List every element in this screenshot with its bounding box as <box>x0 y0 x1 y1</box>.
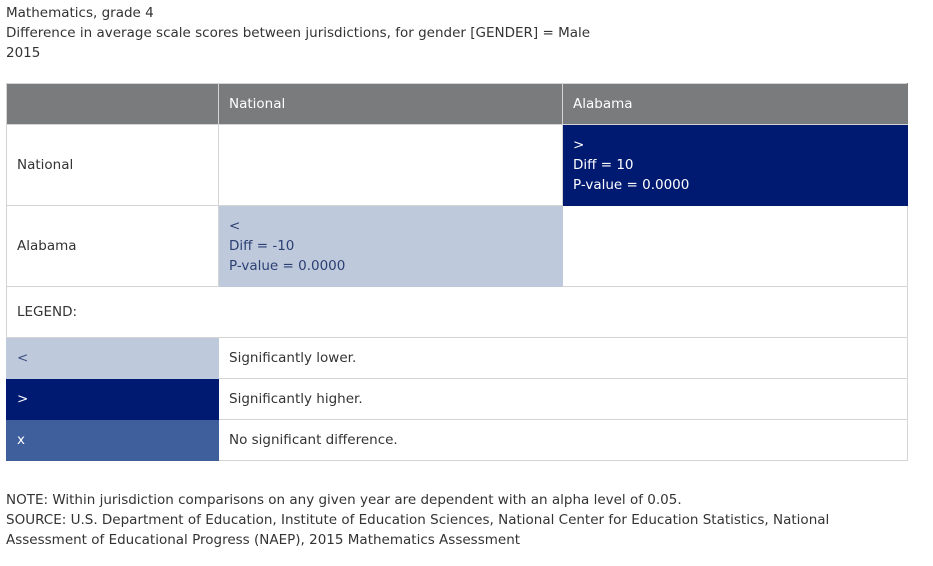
legend-symbol-lower: < <box>6 337 219 379</box>
table-header-row: National Alabama <box>6 83 908 125</box>
legend-symbol-no-difference: x <box>6 419 219 461</box>
legend-text-no-difference: No significant difference. <box>218 419 908 461</box>
p-value: P-value = 0.0000 <box>229 258 346 274</box>
significance-symbol: < <box>229 218 241 234</box>
report-footer: NOTE: Within jurisdiction comparisons on… <box>6 490 906 550</box>
column-header-alabama: Alabama <box>562 83 908 125</box>
legend-row-higher: > Significantly higher. <box>6 378 908 420</box>
table-row-alabama: Alabama < Diff = -10 P-value = 0.0000 <box>6 205 908 287</box>
comparison-cell-higher: > Diff = 10 P-value = 0.0000 <box>562 124 908 206</box>
source-note: SOURCE: U.S. Department of Education, In… <box>6 512 830 548</box>
comparison-description: Difference in average scale scores betwe… <box>6 25 591 41</box>
legend-symbol-higher: > <box>6 378 219 420</box>
comparison-cell-lower: < Diff = -10 P-value = 0.0000 <box>218 205 563 287</box>
report-header: Mathematics, grade 4 Difference in avera… <box>6 3 590 63</box>
legend-row-lower: < Significantly lower. <box>6 337 908 379</box>
difference-value: Diff = 10 <box>573 157 634 173</box>
legend-row-no-difference: x No significant difference. <box>6 419 908 461</box>
row-label-national: National <box>6 124 219 206</box>
legend-title: LEGEND: <box>6 286 908 338</box>
p-value: P-value = 0.0000 <box>573 177 690 193</box>
significance-symbol: > <box>573 137 585 153</box>
table-row-national: National > Diff = 10 P-value = 0.0000 <box>6 124 908 206</box>
column-header-national: National <box>218 83 563 125</box>
empty-cell <box>218 124 563 206</box>
empty-cell <box>562 205 908 287</box>
footnote: NOTE: Within jurisdiction comparisons on… <box>6 492 682 508</box>
row-label-alabama: Alabama <box>6 205 219 287</box>
legend-text-lower: Significantly lower. <box>218 337 908 379</box>
difference-value: Diff = -10 <box>229 238 295 254</box>
legend-title-row: LEGEND: <box>6 286 908 338</box>
comparison-table: National Alabama National > Diff = 10 P-… <box>6 83 908 461</box>
subject-title: Mathematics, grade 4 <box>6 5 154 21</box>
legend-text-higher: Significantly higher. <box>218 378 908 420</box>
corner-header-cell <box>6 83 219 125</box>
year-label: 2015 <box>6 45 41 61</box>
